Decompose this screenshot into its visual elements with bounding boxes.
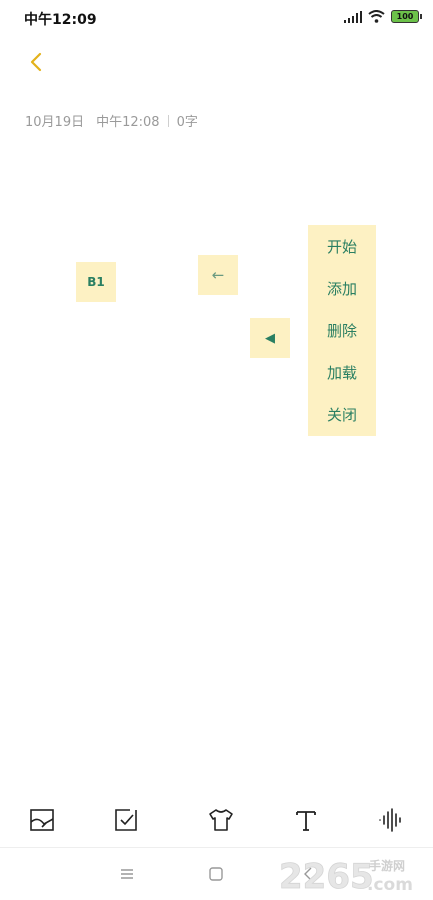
note-date: 10月19日	[25, 115, 85, 130]
voice-icon[interactable]	[377, 806, 405, 834]
site-watermark: 2265 手游网 .com	[277, 850, 427, 898]
editor-toolbar	[0, 800, 433, 840]
menu-item-load[interactable]: 加载	[308, 352, 376, 394]
floating-menu: 开始 添加 删除 加载 关闭	[308, 225, 376, 436]
image-icon[interactable]	[28, 806, 56, 834]
menu-item-start[interactable]: 开始	[308, 225, 376, 267]
status-time: 中午12:09	[24, 12, 97, 28]
collapse-triangle-button[interactable]: ◀	[250, 318, 290, 358]
meta-divider	[167, 114, 169, 127]
chevron-left-icon	[30, 52, 42, 72]
watermark-number: 2265	[279, 857, 374, 894]
menu-item-close[interactable]: 关闭	[308, 394, 376, 436]
status-icons: 100	[344, 10, 422, 23]
status-bar: 中午12:09 100	[0, 0, 433, 34]
battery-indicator: 100	[391, 10, 422, 23]
arrow-left-button[interactable]: ←	[198, 255, 238, 295]
shirt-icon[interactable]	[207, 806, 235, 834]
checkbox-icon[interactable]	[112, 806, 140, 834]
menu-item-delete[interactable]: 删除	[308, 309, 376, 351]
watermark-suffix: 手游网	[369, 858, 405, 873]
menu-nav-icon[interactable]	[115, 862, 139, 886]
wifi-icon	[368, 10, 385, 23]
b1-button[interactable]: B1	[76, 262, 116, 302]
home-nav-icon[interactable]	[204, 862, 228, 886]
signal-icon	[344, 10, 362, 23]
note-meta: 10月19日 中午12:08 0字	[25, 111, 198, 130]
menu-item-add[interactable]: 添加	[308, 267, 376, 309]
note-time: 中午12:08	[96, 115, 160, 130]
watermark-domain: .com	[367, 875, 413, 894]
text-format-icon[interactable]	[292, 806, 320, 834]
word-count: 0字	[176, 115, 198, 130]
back-button[interactable]	[22, 48, 52, 78]
